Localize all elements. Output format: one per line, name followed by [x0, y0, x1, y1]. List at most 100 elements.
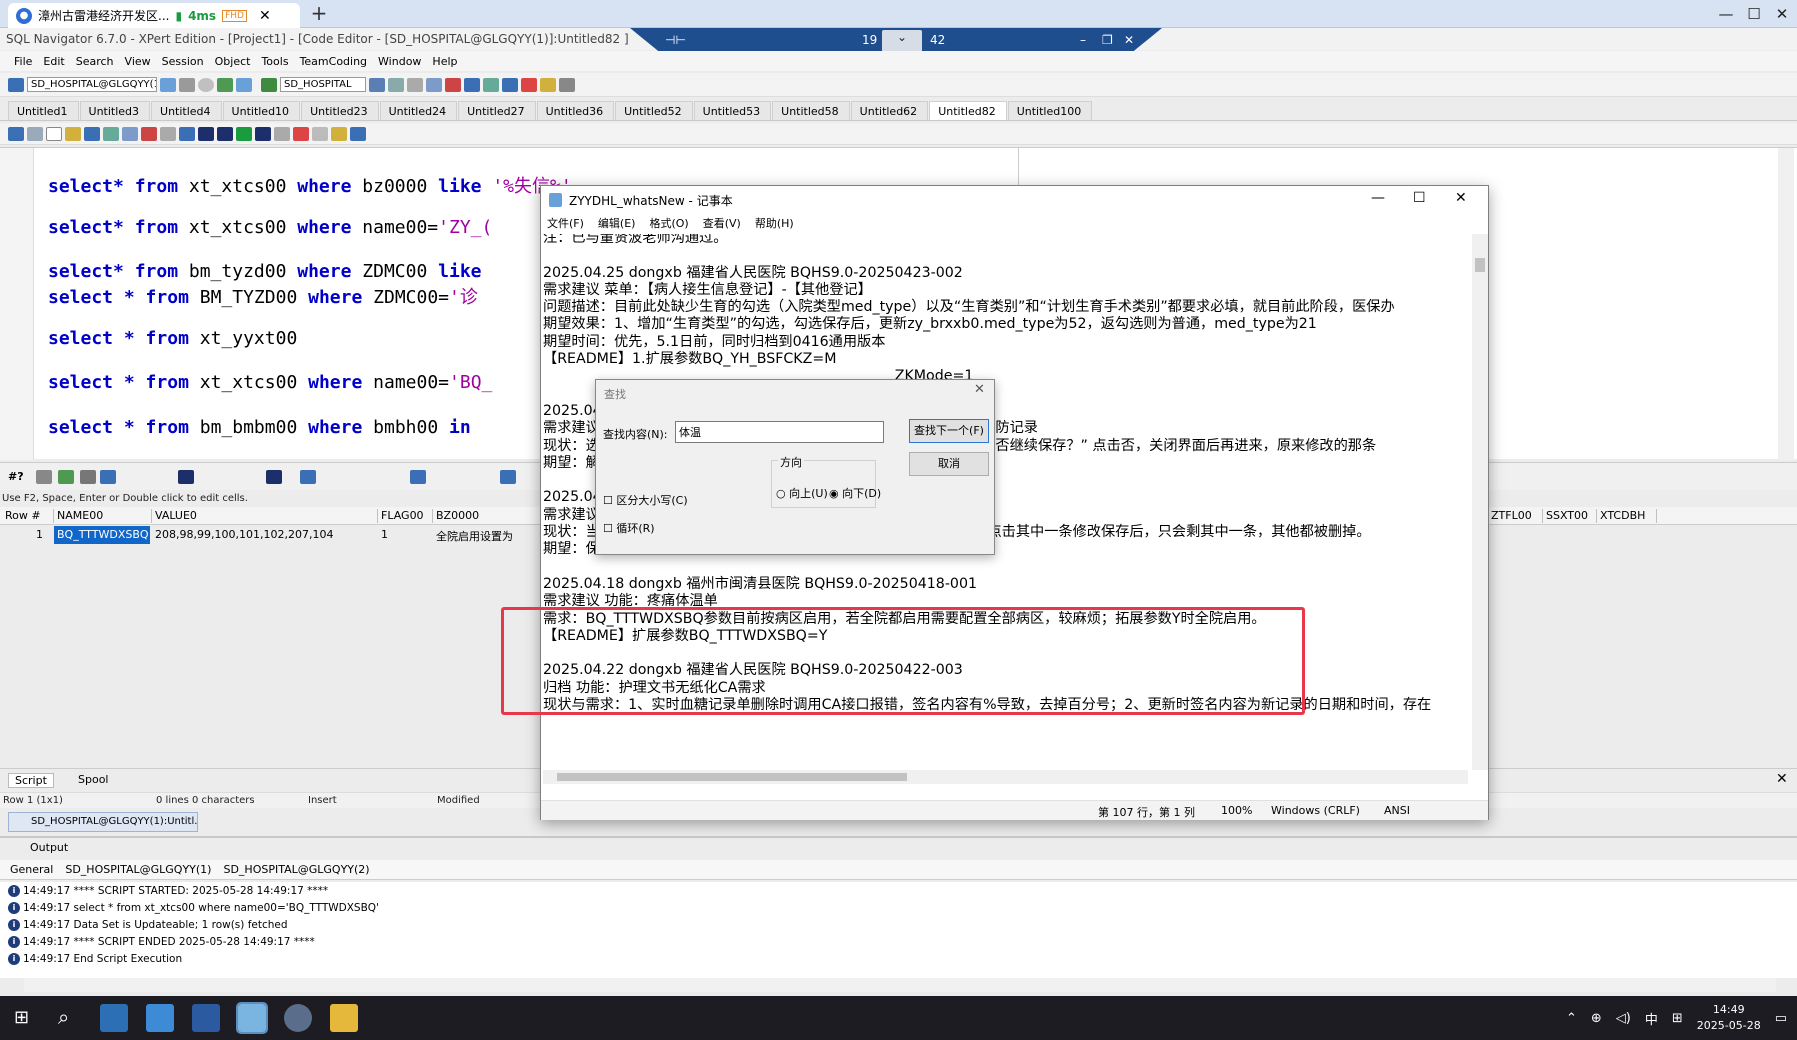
refresh-icon[interactable] — [58, 470, 74, 484]
tool-icon-e[interactable] — [445, 78, 461, 92]
menu-help[interactable]: Help — [432, 55, 457, 68]
notepad-hscroll[interactable] — [543, 770, 1468, 784]
editor-tab-active[interactable]: Untitled82 — [929, 101, 1007, 120]
col-header[interactable]: SSXT00 — [1543, 509, 1597, 523]
search-icon[interactable]: ⌕ — [58, 1005, 69, 1029]
cell-bz[interactable]: 全院启用设置为 — [436, 528, 513, 544]
editor-tab[interactable]: Untitled53 — [694, 101, 772, 120]
help2-icon[interactable] — [350, 127, 366, 141]
editor-tab[interactable]: Untitled10 — [223, 101, 301, 120]
editor-tab[interactable]: Untitled4 — [151, 101, 222, 120]
tool-icon-d[interactable] — [426, 78, 442, 92]
radio-up[interactable]: ○ 向上(U) — [776, 485, 828, 501]
col-header[interactable]: BZ0000 — [433, 509, 543, 523]
new-file-icon[interactable] — [46, 127, 62, 141]
np-hscroll-thumb[interactable] — [557, 773, 907, 781]
tool-icon-g[interactable] — [483, 78, 499, 92]
wrap-checkbox[interactable]: ☐ 循环(R) — [603, 520, 655, 536]
taskbar-app-icon[interactable] — [146, 1004, 174, 1032]
find-close-icon[interactable]: ✕ — [974, 382, 985, 397]
ime-indicator[interactable]: 中 — [1645, 1009, 1658, 1028]
menu-session[interactable]: Session — [162, 55, 204, 68]
connection-select[interactable]: SD_HOSPITAL@GLGQYY(1) — [27, 77, 157, 92]
tool-icon-h[interactable] — [502, 78, 518, 92]
close-icon[interactable]: ✕ — [1768, 2, 1796, 26]
filter-icon[interactable] — [160, 127, 176, 141]
connection-icon[interactable] — [8, 78, 24, 92]
windows-start-icon[interactable]: ⊞ — [14, 1007, 29, 1028]
network-icon[interactable]: ⊕ — [1591, 1011, 1602, 1026]
output-scrollbar[interactable] — [24, 978, 1776, 992]
tool-icon-a[interactable] — [369, 78, 385, 92]
clipboard-icon[interactable] — [312, 127, 328, 141]
back-icon[interactable] — [8, 127, 24, 141]
np-menu-view[interactable]: 查看(V) — [703, 215, 741, 231]
col-header[interactable]: FLAG00 — [378, 509, 433, 523]
col-header[interactable]: XTCDBH — [1597, 509, 1657, 523]
stop-run-icon[interactable] — [274, 127, 290, 141]
output-tab-general[interactable]: General — [10, 863, 53, 876]
menu-tools[interactable]: Tools — [261, 55, 288, 68]
table-row[interactable]: 1 BQ_TTTWDXSBQ 208,98,99,100,101,102,207… — [0, 526, 600, 544]
notepad-maximize-icon[interactable]: ☐ — [1413, 190, 1426, 206]
tab-script[interactable]: Script — [8, 773, 54, 788]
clock[interactable]: 14:49 2025-05-28 — [1697, 1002, 1761, 1034]
editor-tab[interactable]: Untitled27 — [458, 101, 536, 120]
menu-file[interactable]: File — [14, 55, 32, 68]
commit-icon[interactable] — [217, 78, 233, 92]
menu-search[interactable]: Search — [76, 55, 114, 68]
format-icon[interactable] — [122, 127, 138, 141]
minimize-icon[interactable]: — — [1712, 2, 1740, 26]
rollback-icon[interactable] — [236, 78, 252, 92]
play-icon[interactable] — [236, 127, 252, 141]
pin-icon[interactable]: ⊣⊢ — [665, 33, 686, 47]
editor-tab[interactable]: Untitled23 — [301, 101, 379, 120]
find-input[interactable] — [675, 421, 884, 443]
menu-teamcoding[interactable]: TeamCoding — [300, 55, 367, 68]
cell-name[interactable]: BQ_TTTWDXSBQ — [54, 526, 150, 544]
maximize-icon[interactable]: ☐ — [1740, 2, 1768, 26]
remote-close-icon[interactable]: ✕ — [1124, 33, 1134, 47]
notification-icon[interactable]: ▭ — [1775, 1011, 1787, 1026]
editor-scrollbar[interactable] — [1778, 148, 1794, 460]
menu-object[interactable]: Object — [215, 55, 251, 68]
save-grid-icon[interactable] — [100, 470, 116, 484]
match-case-checkbox[interactable]: ☐ 区分大小写(C) — [603, 492, 688, 508]
cell-value[interactable]: 208,98,99,100,101,102,207,104 — [155, 528, 333, 541]
np-menu-format[interactable]: 格式(O) — [649, 215, 688, 231]
tool-icon-f[interactable] — [464, 78, 480, 92]
chevron-up-icon[interactable]: ⌃ — [1566, 1011, 1577, 1026]
menu-edit[interactable]: Edit — [43, 55, 64, 68]
col-header[interactable]: NAME00 — [54, 509, 152, 523]
filter-grid-icon[interactable] — [36, 470, 52, 484]
close-panel-icon[interactable]: ✕ — [1776, 771, 1788, 787]
editor-tab[interactable]: Untitled62 — [851, 101, 929, 120]
tool-icon-b[interactable] — [388, 78, 404, 92]
editor-tab[interactable]: Untitled52 — [615, 101, 693, 120]
np-menu-help[interactable]: 帮助(H) — [755, 215, 794, 231]
radio-down[interactable]: ◉ 向下(D) — [829, 485, 881, 501]
notepad-close-icon[interactable]: ✕ — [1455, 190, 1467, 206]
notepad-minimize-icon[interactable]: — — [1371, 190, 1385, 206]
new-tab-button[interactable]: + — [308, 3, 330, 25]
editor-tab[interactable]: Untitled36 — [537, 101, 615, 120]
editor-tab[interactable]: Untitled58 — [772, 101, 850, 120]
volume-icon[interactable]: ◁) — [1616, 1011, 1631, 1026]
np-vscroll-thumb[interactable] — [1475, 258, 1485, 272]
keyboard-icon[interactable]: ⊞ — [1672, 1011, 1683, 1026]
editor-tab[interactable]: Untitled100 — [1008, 101, 1093, 120]
pause-icon[interactable] — [179, 78, 195, 92]
col-header[interactable]: ZTFL00 — [1488, 509, 1543, 523]
connection-tab[interactable]: SD_HOSPITAL@GLGQYY(1):Untitl... — [8, 812, 198, 832]
editor-tab[interactable]: Untitled1 — [8, 101, 79, 120]
debug-icon[interactable] — [141, 127, 157, 141]
step-icon[interactable] — [179, 127, 195, 141]
tab-spool[interactable]: Spool — [78, 773, 108, 786]
def-icon[interactable] — [410, 470, 426, 484]
print-icon[interactable] — [80, 470, 96, 484]
file-explorer-icon[interactable] — [330, 1004, 358, 1032]
prev-icon[interactable] — [217, 127, 233, 141]
first-icon[interactable] — [198, 127, 214, 141]
np-menu-file[interactable]: 文件(F) — [547, 215, 584, 231]
col-header[interactable]: VALUE0 — [152, 509, 378, 523]
